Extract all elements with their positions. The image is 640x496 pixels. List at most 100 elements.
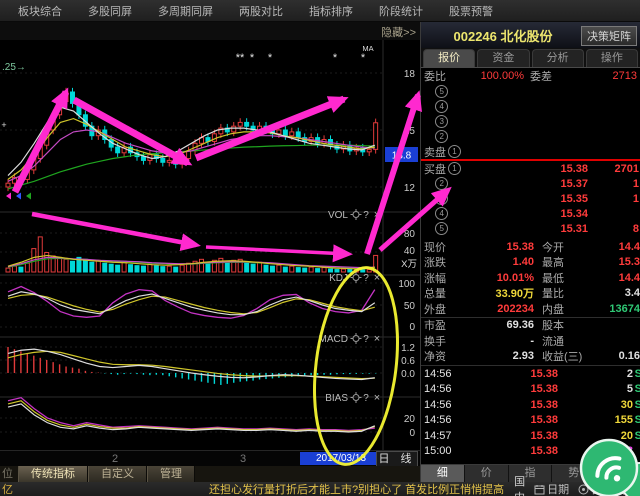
- panel-bottom-tab-价[interactable]: 价: [465, 465, 509, 482]
- info-value: 2.93: [456, 350, 534, 362]
- buy-queue: 买盘115.382701 215.371 315.351 415.34 515.…: [421, 161, 640, 236]
- tick-time: 15:00: [424, 445, 462, 457]
- pane-title-macd: MACD: [319, 334, 348, 345]
- decision-matrix-button[interactable]: 决策矩阵: [581, 26, 637, 46]
- news-ticker[interactable]: 还担心发行量打折后才能上市?别担心了 首发比例正悄悄提高: [209, 481, 504, 496]
- quote-panel: 002246 北化股份 决策矩阵 报价资金分析操作 委比 100.00% 委差 …: [420, 22, 640, 482]
- pane-title-bias: BIAS: [325, 393, 348, 404]
- status-left-label: 亿: [2, 481, 13, 496]
- tick-flag: S: [633, 414, 640, 426]
- info-label: 股本: [542, 317, 594, 333]
- info-row-净资: 净资2.93收益(三)0.16: [421, 349, 640, 365]
- tick-row: 14:5615.3830S: [421, 397, 640, 413]
- menu-item-3[interactable]: 多周期同屏: [158, 3, 213, 19]
- pane-help-button[interactable]: ?: [363, 273, 369, 284]
- star-mark: **: [236, 52, 245, 64]
- panel-bottom-tab-细[interactable]: 细: [421, 465, 465, 482]
- menu-item-7[interactable]: 股票预警: [449, 3, 493, 19]
- menu-item-1[interactable]: 板块综合: [18, 3, 62, 19]
- order-row-buy-4: 415.34: [421, 206, 640, 221]
- order-row-buy-3: 315.351: [421, 191, 640, 206]
- pane-close-button[interactable]: ×: [374, 333, 380, 345]
- tick-flag: S: [633, 383, 640, 395]
- axis-tick: 0.0: [401, 369, 415, 380]
- quote-tab-报价[interactable]: 报价: [423, 49, 475, 67]
- tick-price: 15.38: [462, 383, 558, 395]
- weicha-value: 2713: [552, 70, 637, 82]
- info-label: 量比: [542, 285, 594, 301]
- status-bar: 亿 还担心发行量打折后才能上市?别担心了 首发比例正悄悄提高 国内 日期 雷达 …: [0, 482, 640, 496]
- kline-chart[interactable]: 1815128040X万1005001.20.60.020013.8VOL?×K…: [0, 40, 420, 450]
- indicator-tab-自定义[interactable]: 自定义: [88, 466, 147, 482]
- month-tick: 2: [112, 453, 118, 465]
- corner-price-label: .25→: [2, 62, 26, 73]
- month-tick: 3: [240, 453, 246, 465]
- pane-title-vol: VOL: [328, 210, 348, 221]
- region-label[interactable]: 国内: [514, 473, 525, 496]
- info-label: 净资: [424, 348, 456, 364]
- queue-level-badge: 2: [435, 130, 448, 143]
- pane-help-button[interactable]: ?: [363, 210, 369, 221]
- tick-volume: 5: [558, 383, 633, 395]
- pane-help-button[interactable]: ?: [363, 393, 369, 404]
- pane-close-button[interactable]: ×: [374, 209, 380, 221]
- star-mark: *: [268, 52, 273, 64]
- axis-tick: 50: [404, 301, 416, 312]
- indicator-tab-bar: 位 传统指标自定义管理: [0, 466, 420, 482]
- current-price-tag: 13.8: [392, 151, 412, 162]
- pane-title-kdj: KDJ: [329, 273, 348, 284]
- tick-price: 15.38: [462, 368, 558, 380]
- indicator-tab-传统指标[interactable]: 传统指标: [18, 466, 88, 482]
- menu-item-6[interactable]: 阶段统计: [379, 3, 423, 19]
- axis-tick: 100: [398, 279, 415, 290]
- tick-price: 15.38: [462, 414, 558, 426]
- quote-tab-分析[interactable]: 分析: [532, 49, 584, 67]
- menu-item-4[interactable]: 两股对比: [239, 3, 283, 19]
- axis-tick: X万: [401, 259, 417, 270]
- pane-help-button[interactable]: ?: [363, 334, 369, 345]
- axis-tick: 80: [404, 229, 416, 240]
- pane-close-button[interactable]: ×: [374, 392, 380, 404]
- star-mark: *: [250, 52, 255, 64]
- quote-tabs: 报价资金分析操作: [421, 48, 640, 68]
- tick-row: 14:5615.385S: [421, 382, 640, 398]
- info-value: 13674: [594, 303, 640, 315]
- menu-item-2[interactable]: 多股同屏: [88, 3, 132, 19]
- menu-item-5[interactable]: 指标排序: [309, 3, 353, 19]
- pane-close-button[interactable]: ×: [374, 272, 380, 284]
- tick-volume: 30: [558, 399, 633, 411]
- calendar-icon: [534, 484, 545, 495]
- info-label: 今开: [542, 239, 594, 255]
- stock-code-name: 002246 北化股份: [454, 26, 553, 45]
- axis-tick: 12: [404, 183, 416, 194]
- info-value: 33.90万: [456, 285, 534, 301]
- axis-tick: 15: [404, 126, 416, 137]
- info-label: 收益(三): [542, 348, 594, 364]
- quote-tab-操作[interactable]: 操作: [586, 49, 638, 67]
- queue-level-badge: 3: [435, 192, 448, 205]
- weibi-row: 委比 100.00% 委差 2713: [421, 68, 640, 84]
- order-price: 15.38: [470, 163, 588, 175]
- info-value: 14.4: [594, 241, 640, 253]
- indicator-tab-管理[interactable]: 管理: [147, 466, 195, 482]
- star-mark: *: [333, 52, 338, 64]
- kline-chart-area[interactable]: 隐藏>> 1815128040X万1005001.20.60.020013.8V…: [0, 22, 420, 482]
- info-label: 最高: [542, 254, 594, 270]
- tick-time: 14:56: [424, 368, 462, 380]
- trading-terminal: 板块综合多股同屏多周期同屏两股对比指标排序阶段统计股票预警 隐藏>> 18151…: [0, 0, 640, 496]
- info-value: 15.38: [456, 241, 534, 253]
- order-price: 15.34: [470, 208, 588, 220]
- info-row-涨跌: 涨跌1.40最高15.3: [421, 255, 640, 271]
- weicha-label: 委差: [530, 68, 552, 84]
- order-volume: 2701: [588, 163, 639, 175]
- quote-tab-资金[interactable]: 资金: [477, 49, 529, 67]
- date-tool[interactable]: 日期: [534, 481, 569, 496]
- order-row-sell-5: 5: [421, 84, 640, 99]
- weibi-value: 100.00%: [446, 70, 524, 82]
- quote-info-grid: 现价15.38今开14.4涨跌1.40最高15.3涨幅10.01%最低14.4总…: [421, 239, 640, 364]
- info-row-市盈: 市盈69.36股本: [421, 318, 640, 334]
- weibi-label: 委比: [424, 68, 446, 84]
- hide-panel-button[interactable]: 隐藏>>: [381, 24, 416, 40]
- queue-level-badge: 3: [435, 115, 448, 128]
- axis-tick: 0.6: [401, 356, 415, 367]
